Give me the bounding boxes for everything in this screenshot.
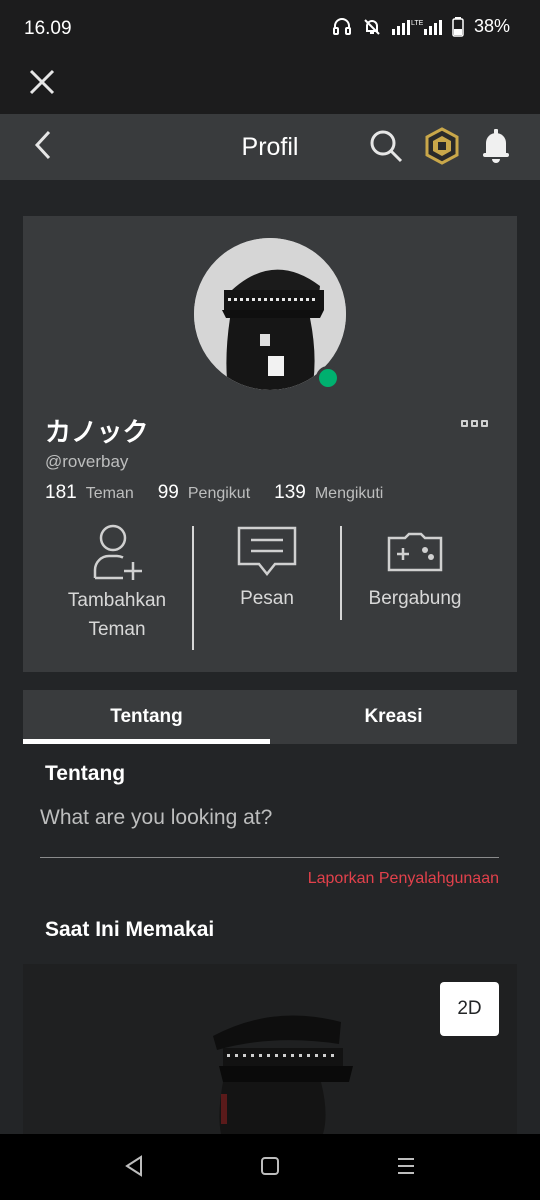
following-label[interactable]: Mengikuti: [315, 485, 383, 503]
message-icon: [193, 524, 341, 580]
profile-stats: 181 Teman 99 Pengikut 139 Mengikuti: [45, 482, 407, 504]
join-game-button[interactable]: Bergabung: [341, 524, 489, 613]
friends-label[interactable]: Teman: [86, 485, 134, 503]
notifications-button[interactable]: [476, 128, 516, 168]
search-icon: [368, 128, 404, 169]
nav-back-button[interactable]: [120, 1154, 148, 1182]
username: @roverbay: [45, 452, 129, 471]
followers-label[interactable]: Pengikut: [188, 485, 250, 503]
friends-count[interactable]: 181: [45, 482, 77, 504]
close-button[interactable]: [24, 66, 60, 102]
add-friend-label-line1: Tambahkan: [67, 590, 167, 611]
tab-creations[interactable]: Kreasi: [270, 690, 517, 744]
report-abuse-link[interactable]: Laporkan Penyalahgunaan: [308, 870, 499, 888]
toggle-2d-button[interactable]: 2D: [440, 982, 499, 1036]
message-label: Pesan: [240, 588, 294, 609]
display-name: カノック: [45, 417, 149, 447]
profile-screen: 16.09 LTE 38% Profil カノック @roverbay 181 …: [0, 0, 540, 1200]
profile-actions: Tambahkan Teman Pesan Bergabung: [23, 524, 517, 654]
add-friend-icon: [43, 524, 191, 582]
currently-wearing-heading: Saat Ini Memakai: [45, 918, 215, 941]
status-time: 16.09: [24, 18, 72, 39]
tab-about[interactable]: Tentang: [23, 690, 270, 744]
robux-button[interactable]: [422, 126, 462, 170]
bell-off-icon: [362, 17, 382, 37]
more-dot-icon: [471, 419, 478, 427]
following-count[interactable]: 139: [274, 482, 306, 504]
status-icons: LTE 38%: [332, 16, 510, 37]
add-friend-label-line2: Teman: [88, 619, 146, 640]
battery-percent: 38%: [473, 16, 510, 36]
system-nav-bar: [0, 1134, 540, 1200]
battery-icon: [452, 16, 464, 37]
nav-back-icon: [123, 1154, 145, 1182]
gamepad-icon: [341, 524, 489, 580]
header-bar: Profil: [0, 114, 540, 180]
more-options-button[interactable]: [461, 416, 493, 430]
about-divider: [40, 857, 499, 858]
followers-count[interactable]: 99: [158, 482, 179, 504]
nav-home-icon: [259, 1155, 281, 1182]
add-friend-button[interactable]: Tambahkan Teman: [43, 524, 191, 644]
search-button[interactable]: [366, 128, 406, 168]
signal-lte-icon: LTE: [391, 17, 442, 37]
online-status-indicator: [316, 366, 340, 390]
nav-recents-icon: [395, 1155, 417, 1182]
join-game-label: Bergabung: [368, 588, 462, 609]
svg-text:LTE: LTE: [411, 20, 424, 27]
avatar-preview[interactable]: 2D: [23, 964, 517, 1134]
about-heading: Tentang: [45, 762, 126, 785]
about-text: What are you looking at?: [40, 806, 273, 829]
headphones-icon: [332, 17, 352, 37]
message-button[interactable]: Pesan: [193, 524, 341, 613]
notification-bell-icon: [481, 128, 511, 169]
profile-card: カノック @roverbay 181 Teman 99 Pengikut 139…: [23, 216, 517, 672]
nav-home-button[interactable]: [256, 1154, 284, 1182]
close-icon: [28, 68, 56, 101]
profile-tabs: Tentang Kreasi: [23, 690, 517, 744]
status-bar: 16.09 LTE 38%: [0, 0, 540, 60]
nav-recents-button[interactable]: [392, 1154, 420, 1182]
more-dot-icon: [481, 419, 488, 427]
more-dot-icon: [461, 419, 468, 427]
robux-icon: [424, 126, 460, 170]
close-bar: [0, 60, 540, 114]
